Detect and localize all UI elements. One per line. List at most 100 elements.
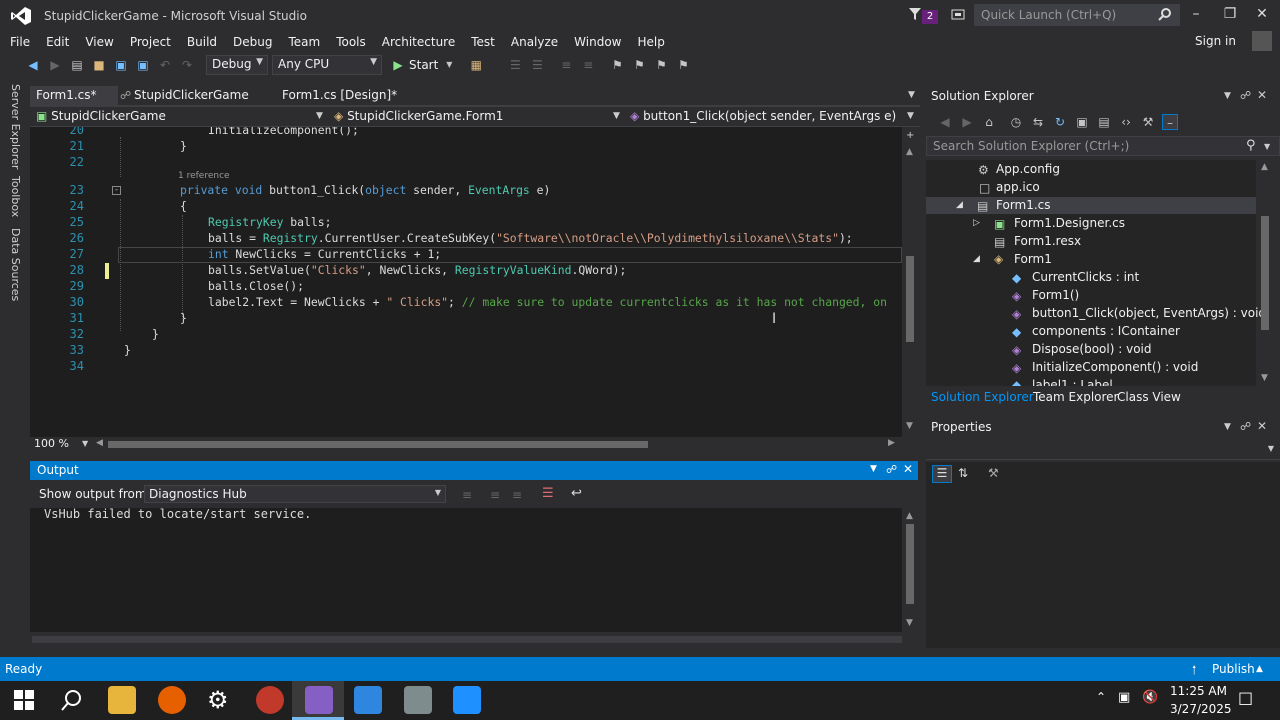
menu-help[interactable]: Help xyxy=(630,33,673,51)
se-scroll-up-icon[interactable]: ▲ xyxy=(1261,162,1268,172)
tree-item-form1-cs[interactable]: Form1.cs xyxy=(996,198,1051,212)
tree-item-form1-class[interactable]: Form1 xyxy=(1014,252,1052,266)
notifications-filter-icon[interactable] xyxy=(908,7,922,21)
outdent-icon[interactable]: ≡ xyxy=(558,57,574,73)
forward-icon[interactable]: ▶ xyxy=(47,57,63,73)
action-center-icon[interactable]: □ xyxy=(1238,688,1253,707)
search-icon[interactable] xyxy=(1158,7,1172,21)
tree-item-member[interactable]: components : IContainer xyxy=(1032,324,1180,338)
feedback-icon[interactable] xyxy=(950,7,966,23)
output-text-area[interactable] xyxy=(30,508,902,632)
settings-gear-icon[interactable]: ⚙ xyxy=(207,686,229,714)
comment-icon[interactable]: ☰ xyxy=(507,57,523,73)
clock-date[interactable]: 3/27/2025 xyxy=(1170,702,1232,716)
tree-item-member[interactable]: CurrentClicks : int xyxy=(1032,270,1139,284)
menu-edit[interactable]: Edit xyxy=(38,33,77,51)
tab-project-properties[interactable]: StupidClickerGame xyxy=(128,86,255,106)
tree-item-member[interactable]: button1_Click(object, EventArgs) : void xyxy=(1032,306,1266,320)
menu-debug[interactable]: Debug xyxy=(225,33,280,51)
file-explorer-icon[interactable] xyxy=(108,686,136,714)
tree-item-form1-designer[interactable]: Form1.Designer.cs xyxy=(1014,216,1125,230)
taskbar-search-icon[interactable] xyxy=(60,688,84,712)
publish-arrow-icon[interactable]: 🠑 xyxy=(1192,661,1196,682)
notification-badge[interactable]: 2 xyxy=(922,10,938,24)
se-search-options-icon[interactable]: ▼ xyxy=(1264,142,1270,151)
menu-view[interactable]: View xyxy=(77,33,121,51)
project-nav-dropdown[interactable]: ▣ StupidClickerGame xyxy=(36,109,166,123)
save-all-icon[interactable]: ▣ xyxy=(135,57,151,73)
scroll-down-icon[interactable]: ▼ xyxy=(906,421,913,431)
publish-button[interactable]: Publish xyxy=(1212,662,1255,676)
next-message-icon[interactable]: ≡ xyxy=(512,488,522,502)
solution-configuration-dropdown[interactable]: Debug ▼ xyxy=(206,55,268,75)
output-scroll-down-icon[interactable]: ▼ xyxy=(906,618,913,628)
prev-bookmark-icon[interactable]: ⚑ xyxy=(631,57,647,73)
find-message-icon[interactable]: ≡ xyxy=(462,488,472,502)
menu-window[interactable]: Window xyxy=(566,33,629,51)
tab-form1-design[interactable]: Form1.cs [Design]* xyxy=(276,86,403,106)
tree-item-app-config[interactable]: App.config xyxy=(996,162,1060,176)
word-wrap-icon[interactable]: ↩ xyxy=(571,486,582,501)
menu-test[interactable]: Test xyxy=(463,33,503,51)
publish-menu-icon[interactable]: ▲ xyxy=(1256,664,1263,674)
props-close-icon[interactable]: ✕ xyxy=(1257,419,1267,433)
tab-team-explorer[interactable]: Team Explorer xyxy=(1033,390,1119,404)
app-icon[interactable] xyxy=(354,686,382,714)
output-scroll-up-icon[interactable]: ▲ xyxy=(906,511,913,521)
show-all-files-icon[interactable]: ▤ xyxy=(1096,114,1112,130)
volume-icon[interactable]: 🔇 xyxy=(1142,690,1158,705)
solution-platform-dropdown[interactable]: Any CPU ▼ xyxy=(272,55,382,75)
output-scrollbar-thumb[interactable] xyxy=(906,524,914,604)
tab-solution-explorer[interactable]: Solution Explorer xyxy=(931,390,1034,404)
menu-file[interactable]: File xyxy=(2,33,38,51)
tab-list-dropdown-icon[interactable]: ▼ xyxy=(908,90,915,100)
home-icon[interactable]: ⌂ xyxy=(981,114,997,130)
horizontal-scrollbar-thumb[interactable] xyxy=(108,441,648,448)
start-button[interactable]: Start xyxy=(409,58,438,72)
output-horizontal-scrollbar[interactable] xyxy=(32,636,902,643)
clock-time[interactable]: 11:25 AM xyxy=(1170,684,1227,698)
menu-team[interactable]: Team xyxy=(280,33,328,51)
start-dropdown-icon[interactable]: ▼ xyxy=(441,57,457,73)
browser-link-icon[interactable]: ▦ xyxy=(468,57,484,73)
menu-build[interactable]: Build xyxy=(179,33,225,51)
close-window-button[interactable]: ✕ xyxy=(1252,6,1272,26)
prev-message-icon[interactable]: ≡ xyxy=(490,488,500,502)
menu-tools[interactable]: Tools xyxy=(328,33,374,51)
undo-icon[interactable]: ↶ xyxy=(157,57,173,73)
scroll-right-icon[interactable]: ▶ xyxy=(888,438,895,448)
class-nav-arrow-icon[interactable]: ▼ xyxy=(613,111,620,121)
solution-explorer-search[interactable]: Search Solution Explorer (Ctrl+;) xyxy=(926,136,1280,156)
tree-item-member[interactable]: Dispose(bool) : void xyxy=(1032,342,1151,356)
se-scrollbar-thumb[interactable] xyxy=(1261,216,1269,330)
open-file-icon[interactable]: ■ xyxy=(91,57,107,73)
quick-launch-input[interactable]: Quick Launch (Ctrl+Q) xyxy=(974,4,1180,26)
se-menu-icon[interactable]: ▼ xyxy=(1224,91,1231,101)
preview-selected-icon[interactable]: – xyxy=(1162,114,1178,130)
member-nav-dropdown[interactable]: ◈ button1_Click(object sender, EventArgs… xyxy=(630,109,896,123)
zoom-level[interactable]: 100 % xyxy=(34,437,69,450)
firefox-icon[interactable] xyxy=(158,686,186,714)
tab-form1-cs[interactable]: Form1.cs* xyxy=(30,86,118,106)
code-editor[interactable]: 20 InitializeComponent(); 21 } 22 1 refe… xyxy=(30,127,902,437)
minimize-button[interactable]: – xyxy=(1186,6,1206,26)
se-close-icon[interactable]: ✕ xyxy=(1257,88,1267,102)
redo-icon[interactable]: ↷ xyxy=(179,57,195,73)
props-menu-icon[interactable]: ▼ xyxy=(1224,422,1231,432)
output-close-icon[interactable]: ✕ xyxy=(903,462,913,476)
clear-all-icon[interactable]: ☰ xyxy=(542,486,554,501)
se-pin-icon[interactable]: ☍ xyxy=(1240,89,1251,102)
next-bookmark-icon[interactable]: ⚑ xyxy=(653,57,669,73)
expanded-arrow-icon[interactable]: ◢ xyxy=(973,254,980,264)
props-pin-icon[interactable]: ☍ xyxy=(1240,420,1251,433)
pending-changes-icon[interactable]: ◷ xyxy=(1008,114,1024,130)
app-icon[interactable] xyxy=(256,686,284,714)
start-play-icon[interactable]: ▶ xyxy=(390,57,406,73)
bookmark-icon[interactable]: ⚑ xyxy=(609,57,625,73)
categorized-icon[interactable]: ☰ xyxy=(932,465,952,483)
account-icon[interactable] xyxy=(1252,31,1272,51)
windows-start-icon[interactable] xyxy=(14,690,34,710)
indent-icon[interactable]: ≡ xyxy=(580,57,596,73)
se-scroll-down-icon[interactable]: ▼ xyxy=(1261,373,1268,383)
se-back-icon[interactable]: ◀ xyxy=(937,114,953,130)
